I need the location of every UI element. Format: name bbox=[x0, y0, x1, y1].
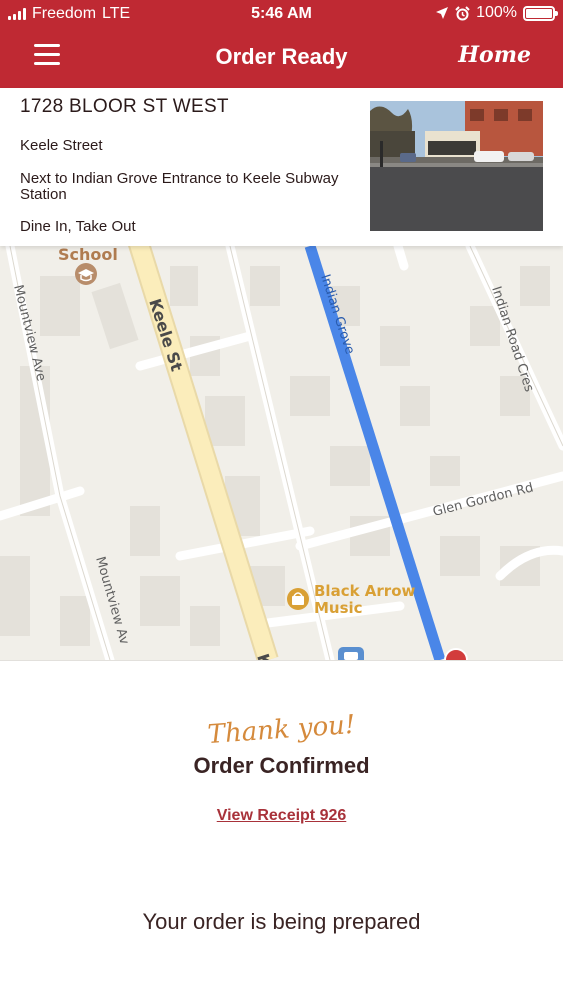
network-type: LTE bbox=[102, 5, 131, 22]
status-left: Freedom LTE bbox=[8, 5, 130, 23]
carrier-name: Freedom bbox=[32, 5, 97, 22]
map-label-school: School bbox=[58, 246, 118, 264]
status-right: 100% bbox=[435, 4, 558, 22]
school-icon bbox=[75, 263, 97, 285]
order-progress-message: Your order is being prepared bbox=[142, 909, 421, 934]
store-photo bbox=[370, 101, 543, 231]
store-map[interactable]: School Mountview Ave Mountview Av Keele … bbox=[0, 246, 563, 660]
store-info-card: 1728 BLOOR ST WEST Keele Street Next to … bbox=[0, 88, 563, 246]
store-address: 1728 BLOOR ST WEST bbox=[20, 96, 229, 117]
music-store-icon[interactable] bbox=[287, 588, 309, 610]
home-button[interactable]: Home bbox=[458, 42, 531, 68]
battery-percent: 100% bbox=[476, 4, 517, 21]
battery-icon bbox=[523, 5, 558, 21]
menu-icon[interactable] bbox=[34, 44, 60, 68]
alarm-icon bbox=[455, 5, 470, 20]
status-bar: Freedom LTE 5:46 AM 100% bbox=[0, 0, 563, 30]
store-location-note: Next to Indian Grove Entrance to Keele S… bbox=[20, 170, 339, 203]
location-arrow-icon bbox=[436, 7, 449, 19]
subway-icon[interactable] bbox=[338, 647, 364, 660]
map-label-black-arrow: Black Arrow bbox=[314, 582, 415, 600]
app-header: Freedom LTE 5:46 AM 100% Order Ready Hom… bbox=[0, 0, 563, 88]
view-receipt-link[interactable]: View Receipt 926 bbox=[0, 807, 563, 825]
store-service-types: Dine In, Take Out bbox=[20, 218, 136, 235]
signal-icon bbox=[8, 8, 26, 20]
store-street: Keele Street bbox=[20, 137, 103, 154]
order-confirmation: Thank you! Order Confirmed View Receipt … bbox=[0, 660, 563, 1000]
map-label-music: Music bbox=[314, 599, 363, 617]
battery-fill bbox=[526, 8, 552, 18]
order-status: Order Confirmed bbox=[193, 753, 370, 778]
